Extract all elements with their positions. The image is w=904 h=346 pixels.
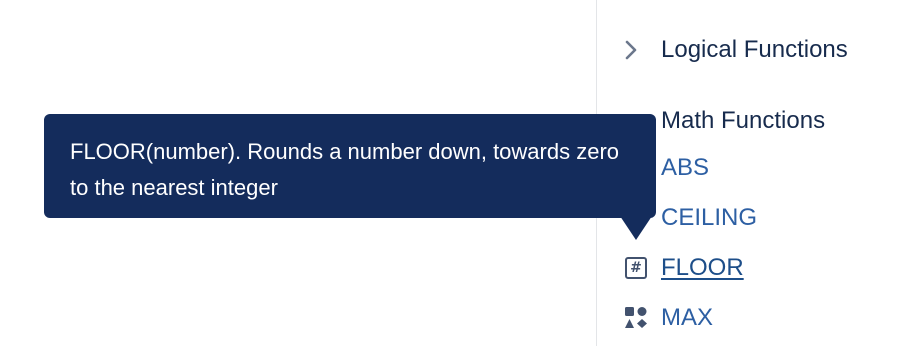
function-name-abs: ABS	[661, 154, 710, 181]
chevron-right-icon	[623, 38, 639, 62]
group-math-functions[interactable]: Math Functions	[661, 105, 825, 137]
number-hash-icon: #	[623, 255, 649, 281]
tooltip-arrow	[620, 216, 652, 240]
function-item-max[interactable]: MAX	[623, 302, 713, 334]
function-name-floor: FLOOR	[661, 254, 744, 281]
function-name-ceiling: CEILING	[661, 204, 758, 231]
group-logical-functions[interactable]: Logical Functions	[623, 34, 848, 66]
function-item-floor[interactable]: # FLOOR	[623, 252, 744, 284]
group-label-math: Math Functions	[661, 107, 826, 134]
page: Logical Functions Math Functions ABS CEI…	[0, 0, 904, 346]
tooltip-text: FLOOR(number). Rounds a number down, tow…	[70, 139, 620, 200]
group-label-logical: Logical Functions	[661, 36, 848, 63]
function-tooltip: FLOOR(number). Rounds a number down, tow…	[44, 114, 656, 218]
function-name-max: MAX	[661, 304, 714, 331]
shapes-icon	[623, 305, 649, 331]
